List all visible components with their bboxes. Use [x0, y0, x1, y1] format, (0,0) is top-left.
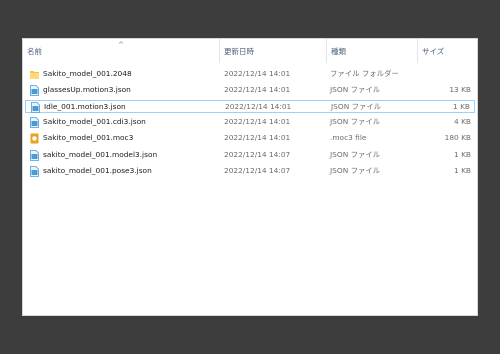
file-date-modified: 2022/12/14 14:01 [225, 102, 292, 112]
file-row[interactable]: Sakito_model_001.cdi3.json 2022/12/14 14:… [25, 116, 475, 129]
file-name: sakito_model_001.pose3.json [43, 165, 152, 175]
file-date-modified: 2022/12/14 14:01 [224, 117, 291, 127]
file-explorer-window: ^ 名前 更新日時 種類 サイズ Sakito_model_001.2048 20… [22, 38, 478, 316]
file-name: Sakito_model_001.2048 [43, 69, 132, 78]
folder-icon [30, 71, 39, 79]
file-date-modified: 2022/12/14 14:07 [224, 165, 291, 175]
file-size: 4 KB [454, 117, 471, 127]
file-type: JSON ファイル [330, 85, 381, 95]
json-file-icon [30, 117, 39, 129]
file-row[interactable]: sakito_model_001.model3.json 2022/12/14 1… [25, 149, 475, 162]
file-name: Sakito_model_001.cdi3.json [43, 117, 146, 127]
file-size: 13 KB [449, 85, 471, 95]
file-date-modified: 2022/12/14 14:07 [224, 149, 291, 159]
file-date-modified: 2022/12/14 14:01 [224, 133, 291, 143]
json-file-icon [31, 102, 40, 114]
json-file-icon [30, 85, 39, 96]
column-header-name[interactable]: 名前 [23, 39, 219, 63]
file-size: 1 KB [454, 149, 471, 159]
file-size: 180 KB [444, 133, 471, 143]
file-name: sakito_model_001.model3.json [43, 149, 158, 159]
file-type: ファイル フォルダー [330, 69, 399, 78]
file-size: 1 KB [454, 165, 471, 175]
file-size: 1 KB [453, 102, 470, 112]
file-name: glassesUp.motion3.json [43, 85, 131, 95]
file-type: JSON ファイル [331, 102, 382, 112]
file-date-modified: 2022/12/14 14:01 [224, 85, 291, 95]
column-header-size[interactable]: サイズ [417, 39, 479, 63]
file-type: .moc3 file [330, 133, 367, 143]
file-row[interactable]: Idle_001.motion3.json 2022/12/14 14:01 JSO… [25, 100, 475, 114]
column-header-bar: ^ 名前 更新日時 種類 サイズ [23, 39, 477, 63]
file-type: JSON ファイル [330, 149, 381, 159]
file-type: JSON ファイル [330, 117, 381, 127]
file-name: Idle_001.motion3.json [44, 102, 126, 112]
file-type: JSON ファイル [330, 165, 381, 175]
json-file-icon [30, 165, 39, 177]
column-header-type[interactable]: 種類 [326, 39, 417, 63]
file-row[interactable]: Sakito_model_001.moc3 2022/12/14 14:01 .mo… [25, 132, 475, 145]
moc3-file-icon [30, 133, 39, 144]
file-row[interactable]: sakito_model_001.pose3.json 2022/12/14 14… [25, 165, 475, 178]
file-row[interactable]: Sakito_model_001.2048 2022/12/14 14:01 ファイ… [25, 68, 475, 81]
json-file-icon [30, 149, 39, 161]
file-row[interactable]: glassesUp.motion3.json 2022/12/14 14:01 JS… [25, 84, 475, 97]
file-date-modified: 2022/12/14 14:01 [224, 69, 291, 78]
file-name: Sakito_model_001.moc3 [43, 133, 134, 143]
column-header-date-modified[interactable]: 更新日時 [219, 39, 326, 63]
